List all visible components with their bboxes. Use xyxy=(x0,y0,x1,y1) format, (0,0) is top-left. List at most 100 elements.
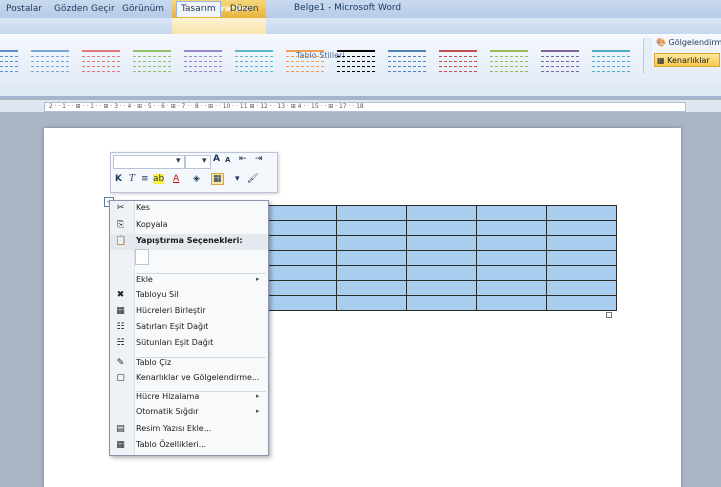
blank-icon xyxy=(115,407,126,418)
menu-item[interactable]: ▦ Hücreleri Birleştir xyxy=(110,304,268,320)
table-cell[interactable] xyxy=(476,220,547,236)
table-style-option[interactable] xyxy=(31,48,69,72)
decrease-indent-icon[interactable]: ⇤ xyxy=(239,154,247,164)
highlight-icon[interactable]: ab xyxy=(153,174,165,184)
table-cell[interactable] xyxy=(266,205,337,221)
table-cell[interactable] xyxy=(546,265,617,281)
table-cell[interactable] xyxy=(406,265,477,281)
table-cell[interactable] xyxy=(546,280,617,296)
table-cell[interactable] xyxy=(406,235,477,251)
table-cell[interactable] xyxy=(546,235,617,251)
table-cell[interactable] xyxy=(476,280,547,296)
menu-item[interactable]: ▢ Kenarlıklar ve Gölgelendirme... xyxy=(110,371,268,387)
table-cell[interactable] xyxy=(476,235,547,251)
tab-postalar[interactable]: Postalar xyxy=(2,2,46,16)
tab-duzen[interactable]: Düzen xyxy=(226,2,263,16)
table-cell[interactable] xyxy=(266,280,337,296)
table-cell[interactable] xyxy=(406,205,477,221)
table-row[interactable] xyxy=(266,220,617,236)
table-cell[interactable] xyxy=(546,295,617,311)
table-cell[interactable] xyxy=(476,205,547,221)
table-cell[interactable] xyxy=(336,265,407,281)
shading-button[interactable]: 🎨 Gölgelendirm xyxy=(656,38,721,47)
table-cell[interactable] xyxy=(336,220,407,236)
table-cell[interactable] xyxy=(336,250,407,266)
table-row[interactable] xyxy=(266,235,617,251)
menu-item[interactable]: Otomatik Sığdır ▸ xyxy=(110,405,268,421)
document-table[interactable] xyxy=(266,205,617,311)
table-row[interactable] xyxy=(266,250,617,266)
menu-item[interactable]: ⎘ Kopyala xyxy=(110,218,268,234)
table-style-option[interactable] xyxy=(184,48,222,72)
table-cell[interactable] xyxy=(336,295,407,311)
table-cell[interactable] xyxy=(546,250,617,266)
table-row[interactable] xyxy=(266,265,617,281)
menu-item[interactable]: ✂ Kes xyxy=(110,201,268,217)
gallery-scroll[interactable] xyxy=(643,38,652,74)
align-center-icon[interactable]: ≡ xyxy=(141,174,149,184)
table-cell[interactable] xyxy=(546,220,617,236)
table-cell[interactable] xyxy=(266,220,337,236)
table-style-option[interactable] xyxy=(82,48,120,72)
grow-font-button[interactable]: A xyxy=(213,154,220,164)
italic-button[interactable]: T xyxy=(129,174,135,184)
menu-item[interactable]: ✖ Tabloyu Sil xyxy=(110,288,268,304)
tab-gorunum[interactable]: Görünüm xyxy=(118,2,168,16)
shrink-font-button[interactable]: A xyxy=(225,156,230,164)
distribute-columns-icon: ☵ xyxy=(116,338,125,348)
table-cell[interactable] xyxy=(336,235,407,251)
table-style-option[interactable] xyxy=(337,48,375,72)
menu-item[interactable]: ▦ Tablo Özellikleri... xyxy=(110,438,268,454)
table-resize-handle[interactable] xyxy=(606,312,612,318)
table-cell[interactable] xyxy=(406,250,477,266)
table-style-option[interactable] xyxy=(592,48,630,72)
submenu-arrow-icon: ▸ xyxy=(256,275,260,283)
table-row[interactable] xyxy=(266,295,617,311)
table-style-option[interactable] xyxy=(388,48,426,72)
table-cell[interactable] xyxy=(406,280,477,296)
tab-tasarim[interactable]: Tasarım xyxy=(176,1,221,17)
format-painter-icon[interactable]: 🖌 xyxy=(247,174,258,184)
tab-gozden-gecir[interactable]: Gözden Geçir xyxy=(50,2,119,16)
table-cell[interactable] xyxy=(476,250,547,266)
font-color-button[interactable]: A xyxy=(173,174,179,184)
table-cell[interactable] xyxy=(406,220,477,236)
table-style-option[interactable] xyxy=(235,48,273,72)
table-cell[interactable] xyxy=(406,295,477,311)
table-style-option[interactable] xyxy=(286,48,324,72)
font-name-box[interactable]: ▾ xyxy=(113,155,185,169)
menu-item[interactable]: Hücre Hizalama ▸ xyxy=(110,390,268,406)
blank-icon xyxy=(115,392,126,403)
table-cell[interactable] xyxy=(546,205,617,221)
borders-button[interactable]: ▦ Kenarlıklar xyxy=(654,53,720,67)
menu-separator xyxy=(136,357,266,358)
menu-item[interactable]: Ekle ▸ xyxy=(110,273,268,289)
table-cell[interactable] xyxy=(336,205,407,221)
menu-item[interactable]: ✎ Tablo Çiz xyxy=(110,356,268,372)
chevron-down-icon[interactable]: ▾ xyxy=(235,174,240,184)
table-cell[interactable] xyxy=(266,235,337,251)
table-row[interactable] xyxy=(266,205,617,221)
table-style-option[interactable] xyxy=(439,48,477,72)
table-cell[interactable] xyxy=(476,295,547,311)
table-style-option[interactable] xyxy=(490,48,528,72)
menu-item[interactable]: ☵ Sütunları Eşit Dağıt xyxy=(110,336,268,352)
table-cell[interactable] xyxy=(266,265,337,281)
table-cell[interactable] xyxy=(476,265,547,281)
table-cell[interactable] xyxy=(266,250,337,266)
menu-item[interactable]: ▤ Resim Yazısı Ekle... xyxy=(110,422,268,438)
table-cell[interactable] xyxy=(266,295,337,311)
borders-mini-icon[interactable]: ▦ xyxy=(211,173,224,185)
horizontal-ruler[interactable]: · 2 · · 1 · · ⊞ · · 1 · · ⊞ · 3 · · 4 · … xyxy=(44,102,686,112)
table-row[interactable] xyxy=(266,280,617,296)
table-style-option[interactable] xyxy=(133,48,171,72)
table-cell[interactable] xyxy=(336,280,407,296)
shading-fill-icon[interactable]: ◈ xyxy=(193,174,200,184)
increase-indent-icon[interactable]: ⇥ xyxy=(255,154,263,164)
menu-item[interactable]: ☷ Satırları Eşit Dağıt xyxy=(110,320,268,336)
table-style-option[interactable] xyxy=(0,48,18,72)
table-style-option[interactable] xyxy=(541,48,579,72)
bold-button[interactable]: K xyxy=(115,174,122,184)
font-size-box[interactable]: ▾ xyxy=(185,155,211,169)
paste-option-keep-text[interactable] xyxy=(135,249,149,265)
